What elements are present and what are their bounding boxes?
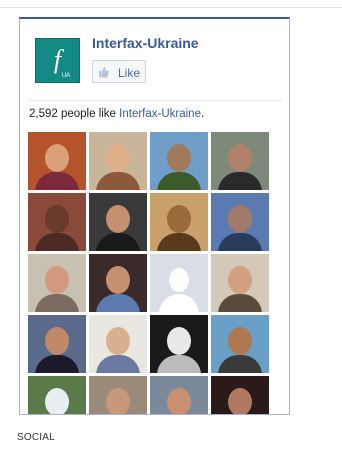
interfax-logo-icon: f UA bbox=[54, 45, 70, 79]
avatar-head bbox=[167, 327, 191, 355]
fan-avatar[interactable] bbox=[28, 254, 86, 312]
avatar-body bbox=[218, 294, 262, 312]
header-separator bbox=[29, 100, 282, 101]
avatar-head bbox=[106, 205, 130, 233]
avatar-body bbox=[35, 355, 79, 373]
avatar-body bbox=[159, 294, 199, 312]
likes-page-link[interactable]: Interfax-Ukraine bbox=[119, 108, 201, 120]
fan-avatar[interactable] bbox=[89, 376, 147, 414]
avatar-head bbox=[45, 205, 69, 233]
avatar-head bbox=[45, 266, 69, 294]
like-button[interactable]: Like bbox=[92, 60, 146, 83]
thumbs-up-icon bbox=[99, 66, 109, 78]
facebook-like-box: f UA Interfax-Ukraine Like 2,592 people … bbox=[19, 17, 290, 415]
likes-summary: 2,592 people like Interfax-Ukraine. bbox=[29, 108, 204, 120]
fan-avatar[interactable] bbox=[211, 254, 269, 312]
avatar-head bbox=[45, 388, 69, 414]
avatar-head bbox=[228, 205, 252, 233]
social-section-label: SOCIAL bbox=[17, 432, 55, 443]
fan-avatar[interactable] bbox=[211, 193, 269, 251]
top-divider bbox=[0, 7, 342, 8]
avatar-body bbox=[96, 233, 140, 251]
logo-letter: f bbox=[54, 45, 65, 74]
avatar-body bbox=[35, 172, 79, 190]
avatar-head bbox=[45, 144, 69, 172]
avatar-head bbox=[45, 327, 69, 355]
fan-avatar[interactable] bbox=[28, 193, 86, 251]
fan-avatar[interactable] bbox=[28, 376, 86, 414]
avatar-head bbox=[228, 388, 252, 414]
avatar-body bbox=[35, 233, 79, 251]
avatar-body bbox=[157, 233, 201, 251]
fan-avatar[interactable] bbox=[211, 132, 269, 190]
avatar-body bbox=[96, 294, 140, 312]
avatar-body bbox=[157, 355, 201, 373]
fan-avatar[interactable] bbox=[89, 254, 147, 312]
avatar-head bbox=[106, 388, 130, 414]
fan-avatar[interactable] bbox=[150, 315, 208, 373]
fan-avatar[interactable] bbox=[150, 132, 208, 190]
avatar-head bbox=[167, 388, 191, 414]
fan-avatar[interactable] bbox=[28, 132, 86, 190]
avatar-body bbox=[157, 172, 201, 190]
fan-avatar[interactable] bbox=[28, 315, 86, 373]
likes-suffix: . bbox=[200, 108, 205, 120]
page-name-link[interactable]: Interfax-Ukraine bbox=[92, 35, 199, 51]
avatar-body bbox=[218, 233, 262, 251]
avatar-head bbox=[106, 327, 130, 355]
avatar-head bbox=[169, 268, 189, 292]
avatar-head bbox=[106, 266, 130, 294]
logo-subtext: UA bbox=[62, 73, 70, 79]
fan-avatar[interactable] bbox=[89, 315, 147, 373]
like-button-label: Like bbox=[118, 66, 141, 80]
avatar-body bbox=[96, 172, 140, 190]
page-logo[interactable]: f UA bbox=[35, 38, 80, 83]
avatar-head bbox=[167, 205, 191, 233]
avatar-head bbox=[167, 144, 191, 172]
fan-avatar[interactable] bbox=[150, 254, 208, 312]
fan-avatar[interactable] bbox=[211, 376, 269, 414]
fan-avatar[interactable] bbox=[211, 315, 269, 373]
fan-avatar[interactable] bbox=[150, 376, 208, 414]
fan-avatar[interactable] bbox=[150, 193, 208, 251]
avatar-head bbox=[228, 327, 252, 355]
avatar-body bbox=[35, 294, 79, 312]
avatar-body bbox=[96, 355, 140, 373]
avatar-head bbox=[228, 266, 252, 294]
fan-avatar[interactable] bbox=[89, 193, 147, 251]
avatar-body bbox=[218, 172, 262, 190]
avatar-head bbox=[228, 144, 252, 172]
fan-avatar[interactable] bbox=[89, 132, 147, 190]
likes-count-text: 2,592 people like bbox=[29, 108, 120, 120]
avatar-head bbox=[106, 144, 130, 172]
avatar-body bbox=[218, 355, 262, 373]
